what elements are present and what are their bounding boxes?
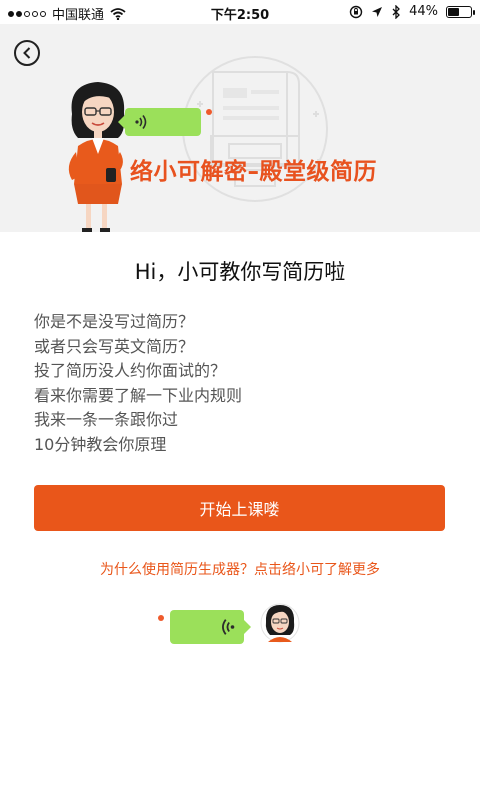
intro-line: 你是不是没写过简历？ bbox=[34, 312, 195, 331]
intro-line: 我来一条一条跟你过 bbox=[34, 410, 179, 430]
status-right: 44% bbox=[349, 4, 475, 19]
location-icon bbox=[372, 6, 383, 17]
status-bar: 中国联通 下午2:50 44% bbox=[0, 0, 480, 24]
voice-wave-icon bbox=[135, 115, 147, 129]
learn-more-link[interactable]: 为什么使用简历生成器？点击络小可了解更多 bbox=[0, 559, 480, 579]
voice-wave-icon bbox=[222, 619, 235, 635]
bluetooth-icon bbox=[392, 4, 401, 19]
header-banner: 络小可解密–殿堂级简历 bbox=[0, 24, 480, 232]
battery-percent: 44% bbox=[409, 4, 438, 19]
unread-dot bbox=[158, 615, 164, 621]
intro-text: 你是不是没写过简历？ 或者只会写英文简历？ 投了简历没人约你面试的？ 看来你需要… bbox=[34, 310, 242, 458]
voice-message-bubble[interactable] bbox=[170, 610, 251, 644]
orientation-lock-icon bbox=[349, 5, 363, 18]
intro-line: 10分钟教会你原理 bbox=[34, 434, 167, 454]
back-button[interactable] bbox=[14, 40, 40, 66]
intro-line: 或者只会写英文简历？ bbox=[34, 336, 195, 356]
greeting-heading: Hi，小可教你写简历啦 bbox=[134, 260, 346, 284]
header-title: 络小可解密–殿堂级简历 bbox=[130, 159, 377, 185]
mascot-small-avatar[interactable] bbox=[260, 602, 300, 644]
chevron-left-icon bbox=[23, 47, 31, 59]
mascot-avatar-illustration bbox=[68, 82, 125, 232]
intro-line: 看来你需要了解一下业内规则 bbox=[34, 385, 243, 405]
battery-icon bbox=[446, 5, 475, 18]
unread-dot bbox=[206, 109, 212, 115]
voice-message-bubble[interactable] bbox=[118, 108, 201, 136]
start-lesson-button[interactable]: 开始上课喽 bbox=[34, 485, 445, 531]
battery-fill bbox=[448, 7, 459, 16]
intro-line: 投了简历没人约你面试的？ bbox=[34, 361, 227, 381]
